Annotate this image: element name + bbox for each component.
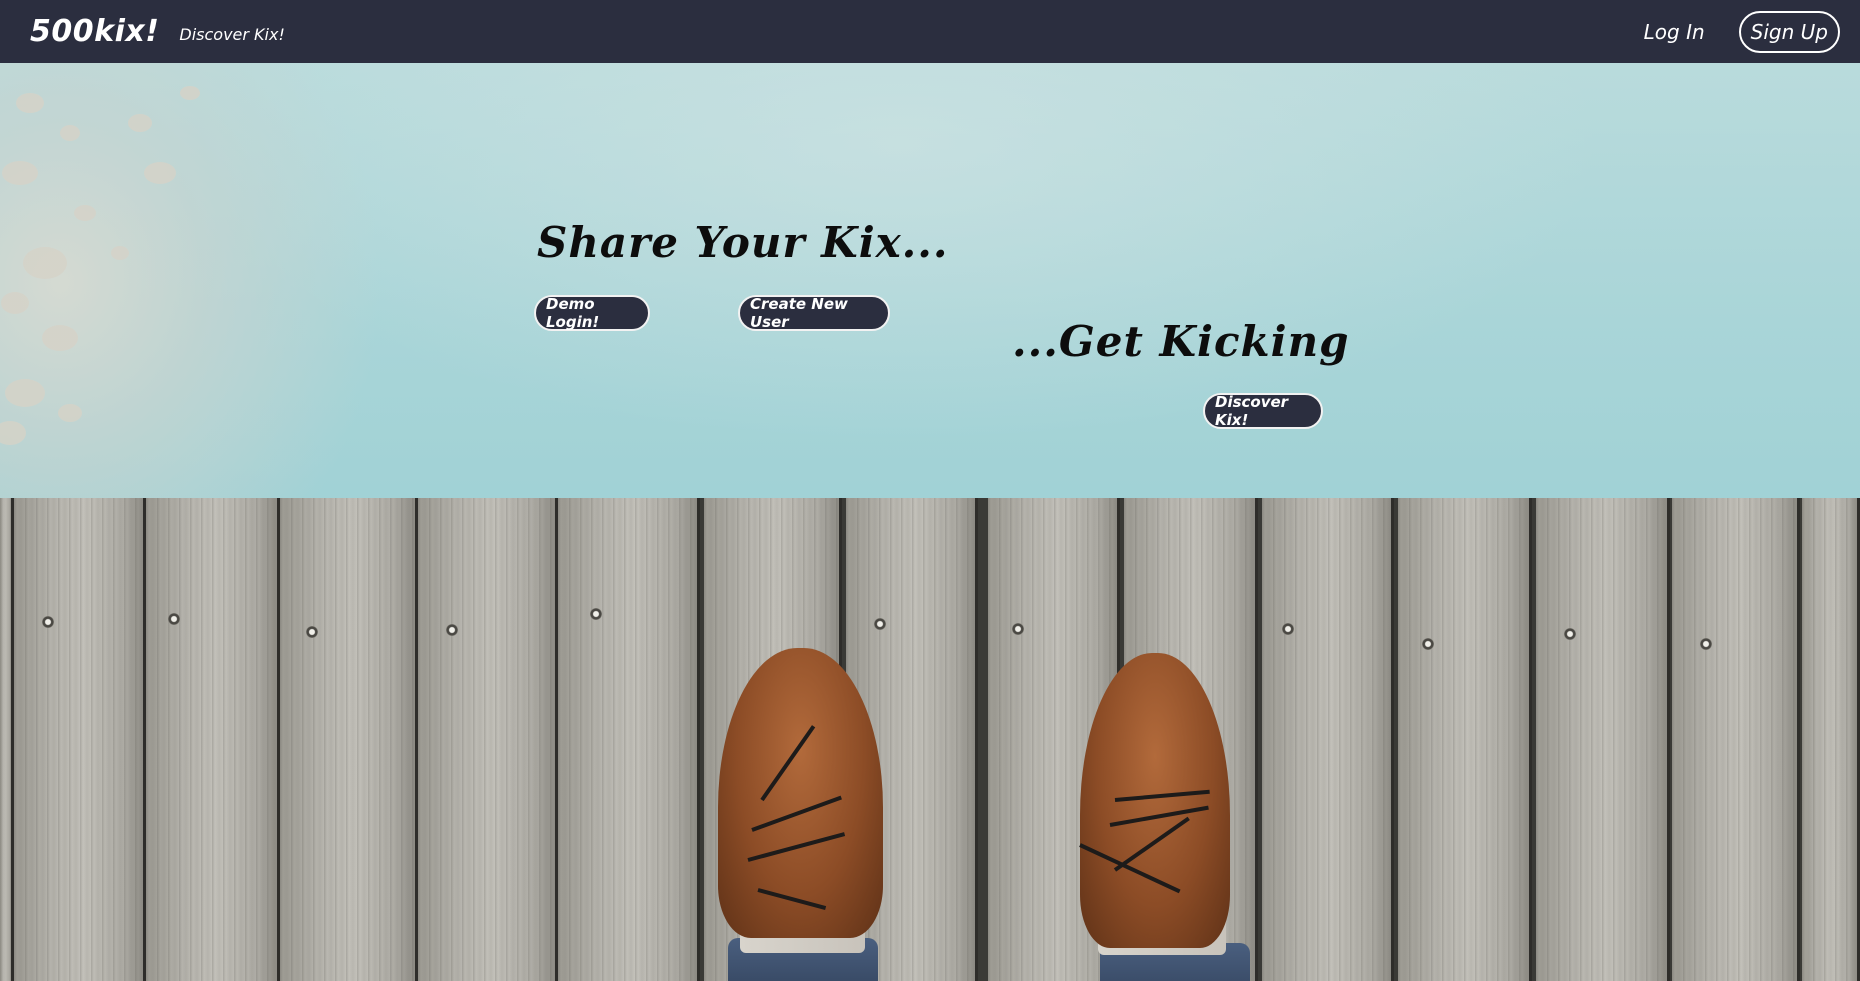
create-new-user-button[interactable]: Create New User <box>738 295 890 331</box>
headline-share-your-kix: Share Your Kix... <box>537 218 949 267</box>
nav-right-group: Log In Sign Up <box>1644 10 1840 53</box>
pebble-shore-image <box>0 86 200 445</box>
headline-get-kicking: ...Get Kicking <box>1012 317 1350 366</box>
brand-logo[interactable]: 500kix! <box>30 14 159 49</box>
wooden-dock-image <box>0 498 1860 981</box>
login-link[interactable]: Log In <box>1644 20 1705 44</box>
signup-button[interactable]: Sign Up <box>1738 10 1840 53</box>
demo-login-button[interactable]: Demo Login! <box>534 295 650 331</box>
discover-kix-button[interactable]: Discover Kix! <box>1203 393 1323 429</box>
nav-discover-link[interactable]: Discover Kix! <box>179 25 284 44</box>
hero-banner: Share Your Kix... Demo Login! Create New… <box>0 63 1860 981</box>
top-navbar: 500kix! Discover Kix! Log In Sign Up <box>0 0 1860 63</box>
